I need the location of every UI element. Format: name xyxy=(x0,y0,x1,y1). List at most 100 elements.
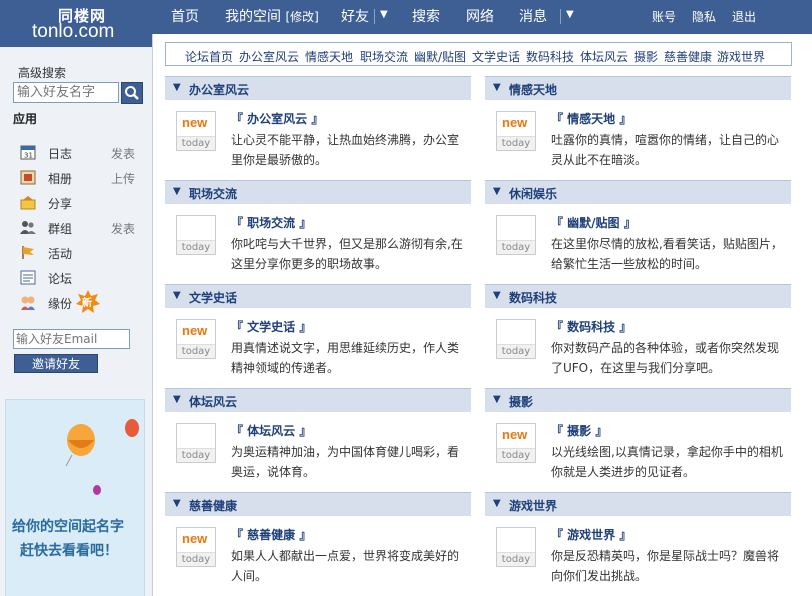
category-link[interactable]: 数码科技 xyxy=(526,48,574,65)
invite-friends-button[interactable]: 邀请好友 xyxy=(14,354,98,373)
nav-my-space[interactable]: 我的空间 [修改] xyxy=(225,6,319,26)
svg-text:31: 31 xyxy=(24,152,33,160)
category-link[interactable]: 情感天地 xyxy=(305,48,353,65)
section-header[interactable]: ▼ 慈善健康 xyxy=(165,492,471,516)
document-icon: today xyxy=(496,527,536,567)
document-icon: new today xyxy=(496,423,536,463)
search-button[interactable] xyxy=(121,82,143,104)
document-icon: new today xyxy=(176,111,216,151)
nav-search[interactable]: 搜索 xyxy=(412,6,440,26)
section-title-link[interactable]: 『 体坛风云 』 xyxy=(231,422,311,439)
section-header[interactable]: ▼ 体坛风云 xyxy=(165,388,471,412)
section-header[interactable]: ▼ 数码科技 xyxy=(485,284,791,308)
flag-icon xyxy=(22,246,34,259)
apps-heading: 应用 xyxy=(13,112,38,126)
category-link[interactable]: 职场交流 xyxy=(360,48,408,65)
app-label: 相册 xyxy=(48,172,73,186)
app-item-group[interactable]: 群组 发表 xyxy=(20,219,140,237)
section-title-link[interactable]: 『 数码科技 』 xyxy=(551,318,631,335)
collapse-icon[interactable]: ▼ xyxy=(493,498,501,509)
category-link[interactable]: 办公室风云 xyxy=(239,48,299,65)
section-description: 让心灵不能平静，让热血始终沸腾，办公室里你是最骄傲的。 xyxy=(231,133,460,167)
collapse-icon[interactable]: ▼ xyxy=(493,82,501,93)
document-icon: new today xyxy=(176,527,216,567)
collapse-icon[interactable]: ▼ xyxy=(493,186,501,197)
category-bar: 论坛首页 办公室风云 情感天地 职场交流 幽默/贴图 文学史话 数码科技 体坛风… xyxy=(165,42,792,66)
app-action-link[interactable]: 上传 xyxy=(111,170,135,187)
category-link[interactable]: 幽默/贴图 xyxy=(414,48,466,65)
section-title-link[interactable]: 『 职场交流 』 xyxy=(231,214,311,231)
friends-dropdown-icon[interactable]: ▼ xyxy=(380,9,388,20)
section-title-link[interactable]: 『 情感天地 』 xyxy=(551,110,631,127)
category-link[interactable]: 游戏世界 xyxy=(717,48,765,65)
category-link[interactable]: 体坛风云 xyxy=(580,48,628,65)
app-item-album[interactable]: 相册 上传 xyxy=(20,169,140,187)
app-action-link[interactable]: 发表 xyxy=(111,145,135,162)
promo-banner[interactable]: 给你的空间起名字 赶快去看看吧！ xyxy=(5,399,145,596)
section-header[interactable]: ▼ 游戏世界 xyxy=(485,492,791,516)
section-title-link[interactable]: 『 摄影 』 xyxy=(551,422,607,439)
collapse-icon[interactable]: ▼ xyxy=(173,290,181,301)
section-header-title: 数码科技 xyxy=(509,291,558,305)
section-description: 你是反恐精英吗，你是星际战士吗？魔兽将向你们发出挑战。 xyxy=(551,549,780,583)
section-header[interactable]: ▼ 情感天地 xyxy=(485,76,791,100)
app-label: 缘份 xyxy=(48,297,73,311)
app-item-share[interactable]: 分享 xyxy=(20,194,140,212)
category-link[interactable]: 慈善健康 xyxy=(664,48,712,65)
category-link[interactable]: 论坛首页 xyxy=(185,48,233,65)
section-header-title: 摄影 xyxy=(509,395,534,409)
collapse-icon[interactable]: ▼ xyxy=(173,394,181,405)
collapse-icon[interactable]: ▼ xyxy=(493,394,501,405)
section-description: 吐露你的真情，喧嚣你的情绪，让自己的心灵从此不在暗淡。 xyxy=(551,133,780,167)
section-title-link[interactable]: 『 办公室风云 』 xyxy=(231,110,323,127)
today-label: today xyxy=(497,240,535,254)
section-title-link[interactable]: 『 幽默/贴图 』 xyxy=(551,214,636,231)
messages-dropdown-icon[interactable]: ▼ xyxy=(566,9,574,20)
nav-logout[interactable]: 退出 xyxy=(732,8,756,25)
section-header-title: 文学史话 xyxy=(189,291,238,305)
category-link[interactable]: 摄影 xyxy=(634,48,658,65)
nav-friends[interactable]: 好友 xyxy=(341,6,369,26)
section-header-title: 体坛风云 xyxy=(189,395,238,409)
document-icon: new today xyxy=(496,111,536,151)
category-link[interactable]: 文学史话 xyxy=(472,48,520,65)
section-description: 为奥运精神加油，为中国体育健儿喝彩，看奥运，说体育。 xyxy=(231,445,460,479)
nav-home[interactable]: 首页 xyxy=(171,6,199,26)
app-item-blog[interactable]: 31 日志 发表 xyxy=(20,144,140,162)
app-label: 群组 xyxy=(48,222,73,236)
section-header[interactable]: ▼ 休闲娱乐 xyxy=(485,180,791,204)
app-label: 活动 xyxy=(48,247,73,261)
collapse-icon[interactable]: ▼ xyxy=(173,498,181,509)
nav-network[interactable]: 网络 xyxy=(466,6,494,26)
app-action-link[interactable]: 发表 xyxy=(111,220,135,237)
app-item-fate[interactable]: 缘份 新 xyxy=(20,290,140,313)
new-label: new xyxy=(502,115,528,130)
nav-account[interactable]: 账号 xyxy=(652,8,676,25)
forum-icon xyxy=(20,270,36,285)
section-title-link[interactable]: 『 慈善健康 』 xyxy=(231,526,311,543)
invite-email-input[interactable] xyxy=(13,329,130,349)
document-icon: today xyxy=(496,319,536,359)
section-header[interactable]: ▼ 摄影 xyxy=(485,388,791,412)
collapse-icon[interactable]: ▼ xyxy=(173,82,181,93)
section-title-link[interactable]: 『 游戏世界 』 xyxy=(551,526,631,543)
section-header-title: 职场交流 xyxy=(189,187,238,201)
nav-privacy[interactable]: 隐私 xyxy=(692,8,716,25)
section-title-link[interactable]: 『 文学史话 』 xyxy=(231,318,311,335)
section-header[interactable]: ▼ 文学史话 xyxy=(165,284,471,308)
collapse-icon[interactable]: ▼ xyxy=(493,290,501,301)
nav-edit-link[interactable]: [修改] xyxy=(285,10,318,24)
app-item-forum[interactable]: 论坛 xyxy=(20,269,140,287)
section-header[interactable]: ▼ 办公室风云 xyxy=(165,76,471,100)
app-label: 论坛 xyxy=(48,272,73,286)
site-logo[interactable]: 同楼网 tonlo.com xyxy=(0,0,152,47)
nav-messages[interactable]: 消息 xyxy=(519,6,547,26)
new-label: new xyxy=(502,427,528,442)
advanced-search-link[interactable]: 高级搜索 xyxy=(18,64,66,81)
section-header[interactable]: ▼ 职场交流 xyxy=(165,180,471,204)
collapse-icon[interactable]: ▼ xyxy=(173,186,181,197)
friend-search-input[interactable] xyxy=(13,82,119,103)
section-description: 在这里你尽情的放松,看看笑话，贴贴图片，给繁忙生活一些放松的时间。 xyxy=(551,237,783,271)
group-icon xyxy=(20,221,36,234)
app-item-events[interactable]: 活动 xyxy=(20,244,140,262)
